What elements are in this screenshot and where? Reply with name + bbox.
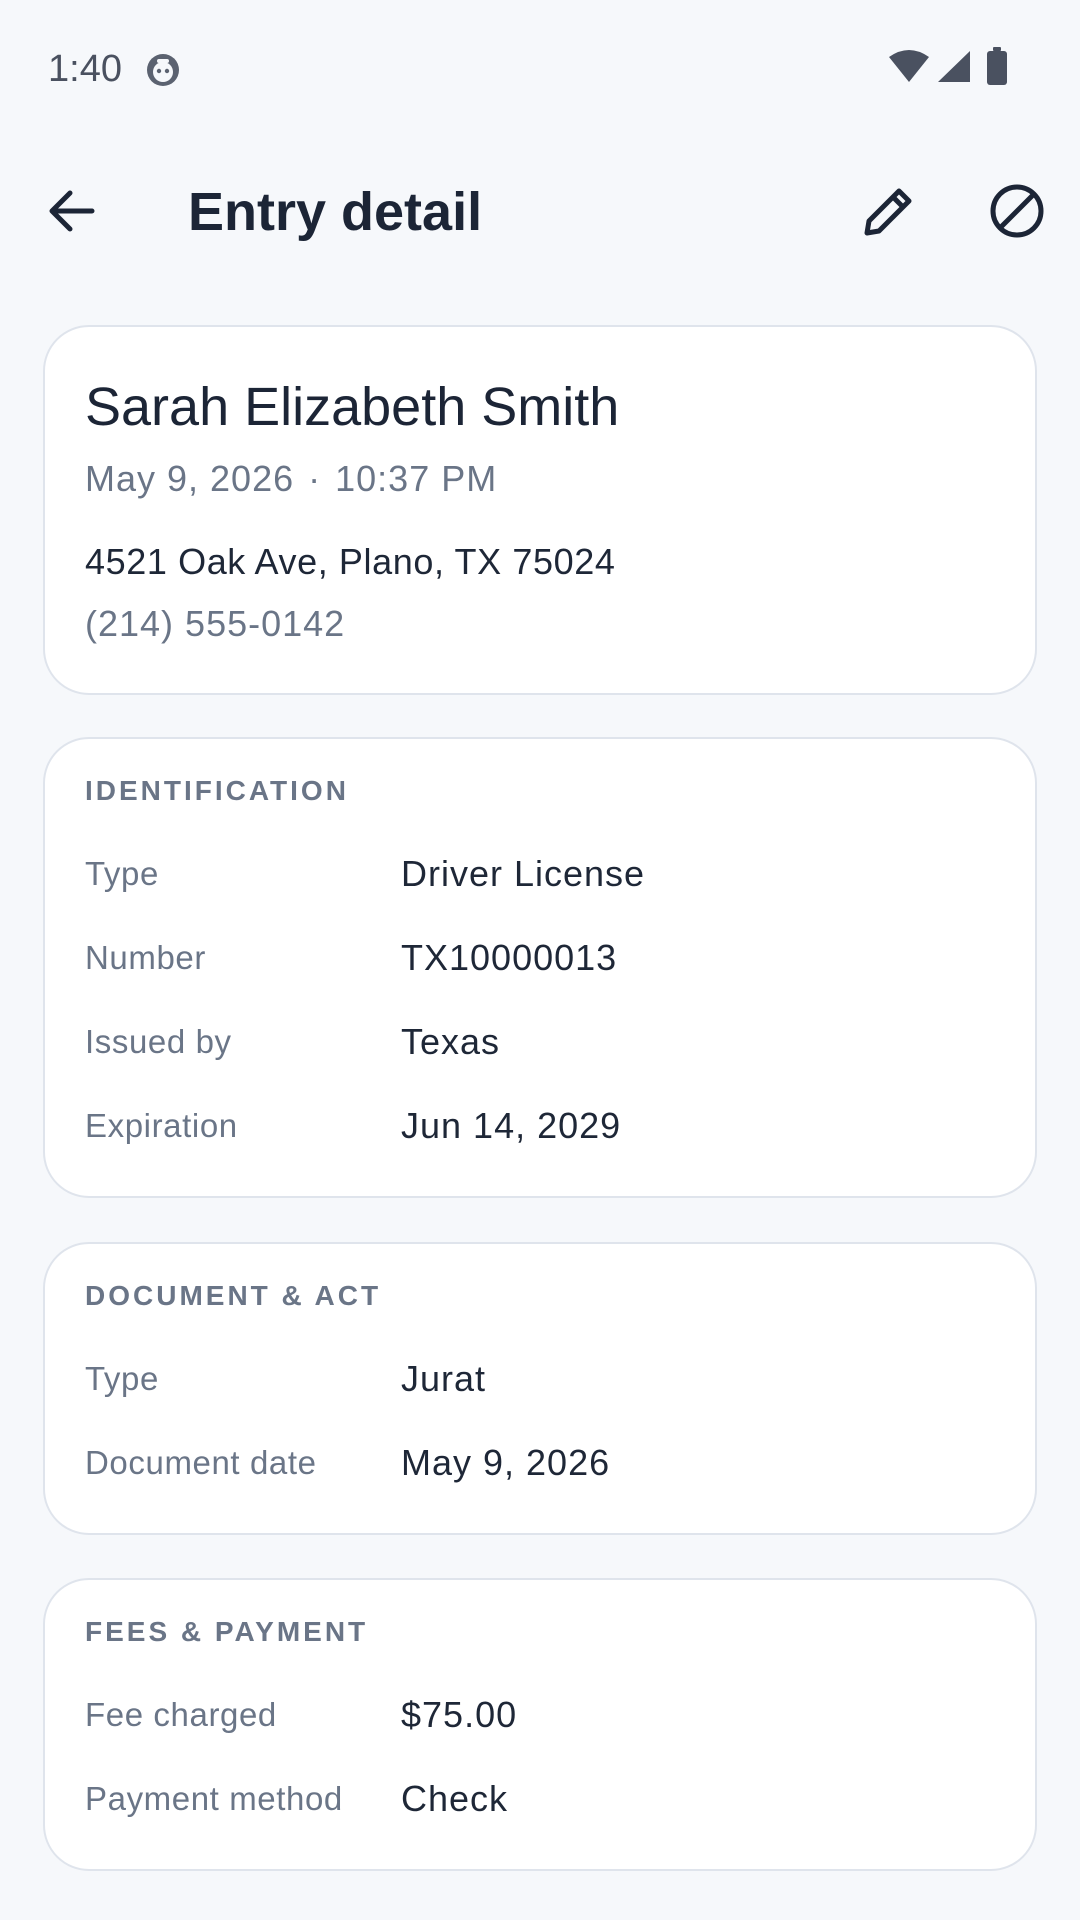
row-value: Jurat: [401, 1358, 487, 1399]
pencil-icon: [863, 185, 915, 242]
row-label: Fee charged: [85, 1696, 277, 1733]
status-icons: [888, 46, 1008, 90]
row-label: Payment method: [85, 1780, 343, 1817]
row-label: Number: [85, 939, 206, 976]
row-label: Type: [85, 855, 159, 892]
document-card: DOCUMENT & ACT Type Jurat Document date …: [43, 1242, 1037, 1535]
block-icon: [989, 183, 1045, 244]
void-button[interactable]: [982, 178, 1052, 248]
signer-phone: (214) 555-0142: [85, 603, 346, 644]
entry-date: May 9, 2026: [85, 458, 295, 499]
status-bar: 1:40: [0, 0, 1080, 140]
section-title: FEES & PAYMENT: [85, 1616, 369, 1647]
row-label: Issued by: [85, 1023, 232, 1060]
arrow-left-icon: [46, 189, 96, 238]
fees-card: FEES & PAYMENT Fee charged $75.00 Paymen…: [43, 1578, 1037, 1871]
row-label: Document date: [85, 1444, 317, 1481]
signer-address: 4521 Oak Ave, Plano, TX 75024: [85, 541, 616, 582]
row-value: Texas: [401, 1021, 501, 1062]
row-value: May 9, 2026: [401, 1442, 611, 1483]
row-label: Type: [85, 1360, 159, 1397]
status-time: 1:40: [48, 48, 122, 90]
signal-icon: [936, 49, 972, 88]
identification-card: IDENTIFICATION Type Driver License Numbe…: [43, 737, 1037, 1198]
entry-time: 10:37 PM: [335, 458, 498, 499]
row-value: TX10000013: [401, 937, 618, 978]
back-button[interactable]: [36, 178, 106, 248]
app-bar: Entry detail: [0, 160, 1080, 260]
row-value: Check: [401, 1778, 509, 1819]
edit-button[interactable]: [854, 178, 924, 248]
entry-datetime: May 9, 2026 · 10:37 PM: [85, 457, 497, 501]
date-separator: ·: [308, 458, 322, 499]
section-title: DOCUMENT & ACT: [85, 1280, 382, 1311]
page-title: Entry detail: [188, 182, 483, 242]
notification-app-icon: [145, 52, 181, 88]
row-value: $75.00: [401, 1694, 518, 1735]
row-value: Jun 14, 2029: [401, 1105, 622, 1146]
row-label: Expiration: [85, 1107, 238, 1144]
entry-summary-card: Sarah Elizabeth Smith May 9, 2026 · 10:37 …: [43, 325, 1037, 695]
signer-name: Sarah Elizabeth Smith: [85, 377, 620, 437]
wifi-icon: [888, 49, 930, 88]
section-title: IDENTIFICATION: [85, 775, 349, 806]
row-value: Driver License: [401, 853, 646, 894]
battery-icon: [986, 46, 1008, 90]
